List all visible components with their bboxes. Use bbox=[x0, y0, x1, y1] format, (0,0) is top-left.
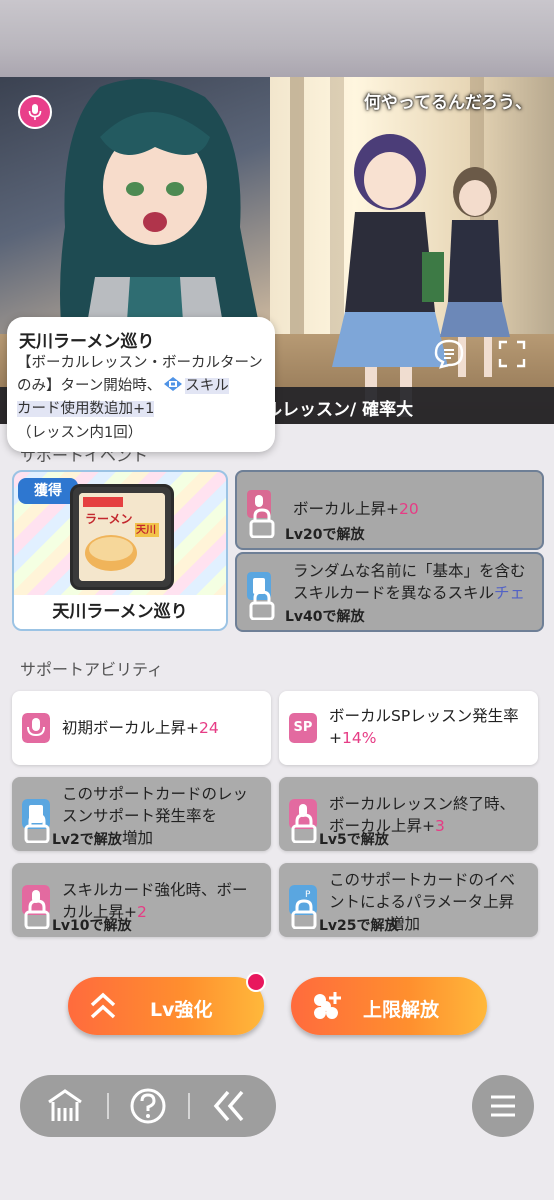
tooltip-highlight-b: カード使用数追加+1 bbox=[17, 401, 155, 417]
lv-up-button[interactable]: Lv強化 bbox=[68, 977, 264, 1035]
ability-card-1[interactable]: 初期ボーカル上昇+24 bbox=[12, 691, 271, 765]
ability-text-3: このサポートカードのレッスンサポート発生率を bbox=[62, 785, 249, 825]
tooltip-note: （レッスン内1回） bbox=[17, 425, 143, 441]
tooltip-highlight-a: スキル bbox=[185, 378, 229, 394]
back-icon[interactable] bbox=[210, 1086, 250, 1126]
nav-separator bbox=[107, 1093, 109, 1119]
ability-value-5: 2 bbox=[137, 903, 147, 921]
lock-icon bbox=[249, 590, 275, 620]
limit-break-icon bbox=[314, 992, 341, 1019]
ability-card-2[interactable]: SP ボーカルSPレッスン発生率+14% bbox=[279, 691, 538, 765]
locked-event-card-1[interactable]: ボーカル上昇+20 Lv20で解放 bbox=[235, 470, 544, 550]
microphone-icon[interactable] bbox=[18, 95, 52, 129]
lock-icon bbox=[24, 813, 50, 843]
unlock-level-label: Lv25で解放 bbox=[319, 918, 399, 934]
limit-break-label: 上限解放 bbox=[363, 999, 440, 1021]
acquired-event-label: 天川ラーメン巡り bbox=[14, 595, 226, 629]
ability-card-3[interactable]: このサポートカードのレッスンサポート発生率を増加 Lv2で解放 bbox=[12, 777, 271, 851]
double-chevron-up-icon bbox=[90, 992, 116, 1019]
event-image: 天川 ラーメン bbox=[70, 484, 174, 590]
tooltip-body: 【ボーカルレッスン・ボーカルターンのみ】ターン開始時、 スキル カード使用数追加+1 bbox=[17, 352, 269, 421]
lock-icon bbox=[249, 508, 275, 538]
event-tooltip[interactable]: 天川ラーメン巡り 【ボーカルレッスン・ボーカルターンのみ】ターン開始時、 スキルカ… bbox=[7, 317, 275, 452]
locked-event-text-2: ランダムな名前に「基本」を含むスキルカードを異なるスキル bbox=[293, 562, 526, 602]
unlock-level-label: Lv5で解放 bbox=[319, 832, 389, 848]
ability-card-6[interactable]: P このサポートカードのイベントによるパラメータ上昇 増加 Lv25で解放 bbox=[279, 863, 538, 937]
ramen-magazine-icon: 天川 ラーメン bbox=[79, 493, 165, 581]
help-icon[interactable] bbox=[128, 1086, 168, 1126]
ability-value-2: 14% bbox=[342, 729, 377, 747]
ability-tail-3: 増加 bbox=[122, 829, 154, 847]
skill-card-icon bbox=[163, 376, 183, 392]
ability-text-1: 初期ボーカル上昇+ bbox=[62, 719, 199, 737]
blurred-background bbox=[0, 0, 554, 80]
unlock-level-label: Lv20で解放 bbox=[285, 527, 365, 543]
ability-card-4[interactable]: ボーカルレッスン終了時、ボーカル上昇+3 Lv5で解放 bbox=[279, 777, 538, 851]
tooltip-title: 天川ラーメン巡り bbox=[19, 332, 155, 352]
fullscreen-icon[interactable] bbox=[498, 340, 526, 368]
nav-separator bbox=[188, 1093, 190, 1119]
locked-event-text-1: ボーカル上昇+ bbox=[293, 500, 399, 518]
notification-dot bbox=[246, 972, 266, 992]
unlock-level-label: Lv10で解放 bbox=[52, 918, 132, 934]
lv-up-label: Lv強化 bbox=[150, 999, 213, 1021]
locked-event-card-2[interactable]: ランダムな名前に「基本」を含むスキルカードを異なるスキルチェンジ Lv40で解放 bbox=[235, 552, 544, 632]
bottom-nav bbox=[20, 1075, 276, 1137]
ability-text-6: このサポートカードのイベントによるパラメータ上昇 bbox=[329, 871, 516, 911]
chat-bubble-icon[interactable] bbox=[433, 338, 465, 370]
ability-card-5[interactable]: スキルカード強化時、ボーカル上昇+2 Lv10で解放 bbox=[12, 863, 271, 937]
unlock-level-label: Lv40で解放 bbox=[285, 606, 365, 626]
hallway-pillar bbox=[290, 77, 304, 377]
sp-icon: SP bbox=[289, 713, 317, 743]
lock-icon bbox=[24, 899, 50, 929]
event-img-text-2: ラーメン bbox=[85, 512, 133, 526]
hamburger-icon bbox=[491, 1095, 515, 1117]
vocal-ability-icon bbox=[22, 713, 50, 743]
support-ability-heading: サポートアビリティ bbox=[20, 660, 164, 679]
menu-button[interactable] bbox=[472, 1075, 534, 1137]
ability-value-1: 24 bbox=[199, 719, 219, 737]
unlock-level-label: Lv2で解放 bbox=[52, 832, 122, 848]
voice-line-text: 何やってるんだろう、 bbox=[363, 93, 532, 113]
event-img-text-1: 天川 bbox=[136, 524, 156, 536]
home-icon[interactable] bbox=[45, 1086, 85, 1126]
limit-break-button[interactable]: 上限解放 bbox=[291, 977, 487, 1035]
lock-icon bbox=[291, 813, 317, 843]
acquired-event-card[interactable]: 獲得 天川 ラーメン 天川ラーメン巡り bbox=[12, 470, 228, 631]
lock-icon bbox=[291, 899, 317, 929]
locked-event-value-1: 20 bbox=[399, 500, 419, 518]
character-purple-hair bbox=[332, 134, 448, 417]
acquired-badge: 獲得 bbox=[18, 478, 78, 504]
skill-info-text: ルレッスン/ 確率大 bbox=[265, 400, 414, 420]
ability-value-4: 3 bbox=[435, 817, 445, 835]
